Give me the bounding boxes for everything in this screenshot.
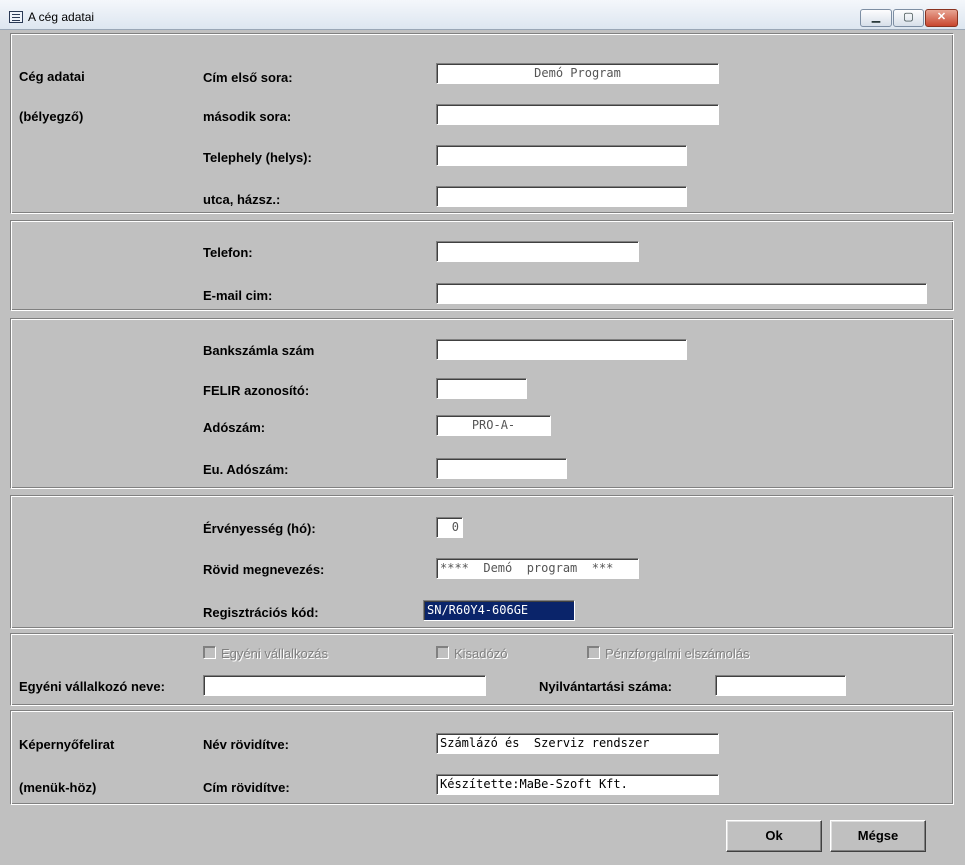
validity-label: Érvényesség (hó):: [203, 521, 316, 536]
email-label: E-mail cim:: [203, 288, 273, 303]
address-short-field[interactable]: Készítette:MaBe-Szoft Kft.: [436, 774, 719, 795]
screen-caption-group: Képernyőfelirat (menük-höz) Név rövidítv…: [10, 710, 954, 805]
checkbox-box[interactable]: [587, 646, 600, 659]
checkbox-box[interactable]: [436, 646, 449, 659]
name-short-label: Név rövidítve:: [203, 737, 289, 752]
phone-label: Telefon:: [203, 245, 253, 260]
checkbox-box[interactable]: [203, 646, 216, 659]
registration-code-field[interactable]: SN/R60Y4-606GE: [423, 600, 575, 621]
company-section-label: Cég adatai: [19, 69, 85, 84]
registration-number-label: Nyilvántartási száma:: [539, 679, 672, 694]
eu-tax-number-field[interactable]: [436, 458, 567, 479]
felir-label: FELIR azonosító:: [203, 383, 310, 398]
name-short-field[interactable]: Számlázó és Szerviz rendszer: [436, 733, 719, 754]
cash-accounting-checkbox[interactable]: Pénzforgalmi elszámolás: [587, 646, 750, 661]
maximize-button[interactable]: ▢: [893, 9, 924, 27]
cash-accounting-label: Pénzforgalmi elszámolás: [605, 646, 750, 661]
screen-caption-label: Képernyőfelirat: [19, 737, 115, 752]
minimize-button[interactable]: ▁: [860, 9, 892, 27]
address-line2-field[interactable]: [436, 104, 719, 125]
dialog-client: Cég adatai (bélyegző) Cím első sora: Dem…: [8, 30, 958, 863]
site-field[interactable]: [436, 145, 687, 166]
screen-caption-sublabel: (menük-höz): [19, 780, 97, 795]
sole-trader-group: Egyéni vállalkozás Kisadózó Pénzforgalmi…: [10, 633, 954, 706]
email-field[interactable]: [436, 283, 927, 304]
individual-enterprise-checkbox[interactable]: Egyéni vállalkozás: [203, 646, 328, 661]
short-name-field[interactable]: **** Demó program ***: [436, 558, 639, 579]
address-line2-label: második sora:: [203, 109, 292, 124]
phone-field[interactable]: [436, 241, 639, 262]
registration-code-label: Regisztrációs kód:: [203, 605, 319, 620]
tax-number-field[interactable]: PRO-A-: [436, 415, 551, 436]
felir-field[interactable]: [436, 378, 527, 399]
address-line1-label: Cím első sora:: [203, 70, 293, 85]
individual-enterprise-label: Egyéni vállalkozás: [221, 646, 328, 661]
street-label: utca, házsz.:: [203, 192, 281, 207]
address-short-label: Cím rövidítve:: [203, 780, 290, 795]
sole-trader-name-field[interactable]: [203, 675, 486, 696]
street-field[interactable]: [436, 186, 687, 207]
site-label: Telephely (helys):: [203, 150, 312, 165]
tax-number-label: Adószám:: [203, 420, 266, 435]
cancel-button[interactable]: Mégse: [830, 820, 926, 852]
close-button[interactable]: ✕: [925, 9, 958, 27]
small-taxpayer-checkbox[interactable]: Kisadózó: [436, 646, 507, 661]
address-line1-field[interactable]: Demó Program: [436, 63, 719, 84]
window-title: A cég adatai: [28, 10, 95, 24]
bank-group: Bankszámla szám FELIR azonosító: Adószám…: [10, 318, 954, 489]
app-icon: [9, 11, 23, 23]
company-group: Cég adatai (bélyegző) Cím első sora: Dem…: [10, 33, 954, 214]
sole-trader-name-label: Egyéni vállalkozó neve:: [19, 679, 165, 694]
company-section-sublabel: (bélyegző): [19, 109, 84, 124]
contact-group: Telefon: E-mail cim:: [10, 220, 954, 311]
bank-account-label: Bankszámla szám: [203, 343, 315, 358]
title-bar[interactable]: A cég adatai ▁ ▢ ✕: [0, 0, 965, 30]
registration-number-field[interactable]: [715, 675, 846, 696]
validity-field[interactable]: 0: [436, 517, 463, 538]
ok-button[interactable]: Ok: [726, 820, 822, 852]
small-taxpayer-label: Kisadózó: [454, 646, 508, 661]
bank-account-field[interactable]: [436, 339, 687, 360]
license-group: Érvényesség (hó): 0 Rövid megnevezés: **…: [10, 495, 954, 629]
short-name-label: Rövid megnevezés:: [203, 562, 325, 577]
eu-tax-number-label: Eu. Adószám:: [203, 462, 289, 477]
